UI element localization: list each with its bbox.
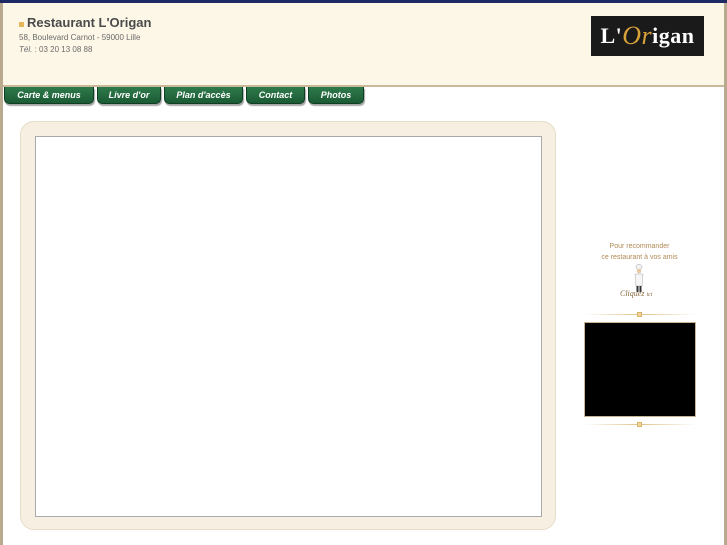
divider-ornament-icon: [637, 422, 642, 427]
nav-tab-contact[interactable]: Contact: [246, 87, 305, 104]
logo[interactable]: L' Or igan: [591, 16, 704, 56]
content-frame: [35, 136, 542, 517]
restaurant-address: 58, Boulevard Carnot - 59000 Lille: [19, 33, 141, 42]
nav-tab-plan-acces[interactable]: Plan d'accès: [164, 87, 243, 104]
media-box[interactable]: [584, 322, 696, 417]
recommend-line-1: Pour recommander: [609, 243, 670, 250]
phone-number: : 03 20 13 08 88: [34, 45, 93, 54]
logo-accent: Or: [622, 21, 653, 50]
logo-prefix: L': [600, 23, 623, 48]
divider-ornament-icon: [637, 312, 642, 317]
nav-tab-photos[interactable]: Photos: [308, 87, 364, 104]
divider-top: [584, 312, 696, 317]
phone-label: Tél.: [19, 45, 33, 54]
logo-suffix: igan: [652, 23, 695, 48]
click-here-small: ici: [646, 292, 653, 298]
bullet-icon: [19, 22, 24, 27]
recommend-text[interactable]: Pour recommander ce restaurant à vos ami…: [578, 241, 701, 263]
divider-bottom: [584, 422, 696, 427]
header: Restaurant L'Origan 58, Boulevard Carnot…: [3, 3, 724, 87]
restaurant-name: Restaurant L'Origan: [27, 15, 152, 30]
click-here-text: Cliquez: [620, 289, 645, 298]
nav-tab-livre-dor[interactable]: Livre d'or: [97, 87, 161, 104]
nav-tab-carte-menus[interactable]: Carte & menus: [4, 87, 94, 104]
recommend-line-2: ce restaurant à vos amis: [601, 254, 678, 261]
main-nav: Carte & menus Livre d'or Plan d'accès Co…: [4, 87, 364, 105]
click-here-link[interactable]: Cliquez ici: [620, 289, 652, 298]
restaurant-phone: Tél. : 03 20 13 08 88: [19, 45, 92, 54]
